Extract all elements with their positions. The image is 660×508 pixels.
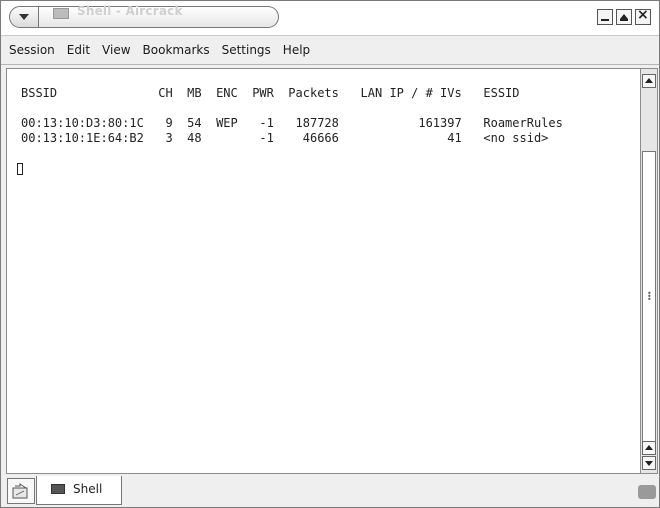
window-title: Shell - Aircrack	[77, 4, 183, 18]
menu-help[interactable]: Help	[277, 43, 316, 57]
new-tab-button[interactable]	[7, 478, 35, 504]
terminal-cursor	[17, 163, 23, 175]
terminal-icon	[53, 8, 69, 19]
terminal-text: BSSID CH MB ENC PWR Packets LAN IP / # I…	[21, 86, 563, 146]
arrow-up-icon	[645, 445, 653, 450]
terminal-header-line: BSSID CH MB ENC PWR Packets LAN IP / # I…	[21, 86, 520, 100]
vertical-scrollbar[interactable]: • • •	[641, 68, 658, 474]
close-button[interactable]: ×	[635, 7, 651, 25]
tab-label: Shell	[73, 482, 103, 496]
scroll-down-button[interactable]	[642, 456, 656, 470]
title-bar: Shell - Aircrack ×	[1, 1, 659, 36]
menu-view[interactable]: View	[96, 43, 136, 57]
close-icon: ×	[637, 7, 649, 23]
tab-shell[interactable]: Shell	[36, 476, 122, 505]
menu-edit[interactable]: Edit	[61, 43, 96, 57]
scrollbar-thumb[interactable]: • • •	[642, 151, 656, 446]
arrow-up-icon	[645, 78, 653, 83]
menu-bookmarks[interactable]: Bookmarks	[137, 43, 216, 57]
minimize-button[interactable]	[597, 9, 613, 25]
menu-separator	[1, 64, 659, 65]
window-menu-button[interactable]	[9, 6, 39, 28]
terminal-row: 00:13:10:D3:80:1C 9 54 WEP -1 187728 161…	[21, 116, 563, 130]
arrow-down-icon	[645, 461, 653, 466]
scroll-up-button-lower[interactable]	[642, 441, 656, 455]
tab-bar: Shell	[1, 476, 659, 507]
terminal-row: 00:13:10:1E:64:B2 3 48 -1 46666 41 <no s…	[21, 131, 549, 145]
terminal-blank-line: ​	[21, 101, 563, 116]
konsole-window: Shell - Aircrack × Session Edit View Boo…	[0, 0, 660, 508]
new-tab-icon	[12, 483, 28, 499]
menu-session[interactable]: Session	[1, 43, 61, 57]
scroll-up-button[interactable]	[642, 74, 656, 88]
maximize-button[interactable]	[616, 9, 632, 25]
chevron-down-icon	[19, 14, 29, 20]
close-tab-button[interactable]	[638, 485, 656, 499]
menu-settings[interactable]: Settings	[216, 43, 277, 57]
grip-icon: • • •	[647, 289, 652, 304]
terminal-output[interactable]: BSSID CH MB ENC PWR Packets LAN IP / # I…	[6, 68, 641, 474]
terminal-icon	[51, 484, 65, 494]
menu-bar: Session Edit View Bookmarks Settings Hel…	[1, 37, 659, 63]
